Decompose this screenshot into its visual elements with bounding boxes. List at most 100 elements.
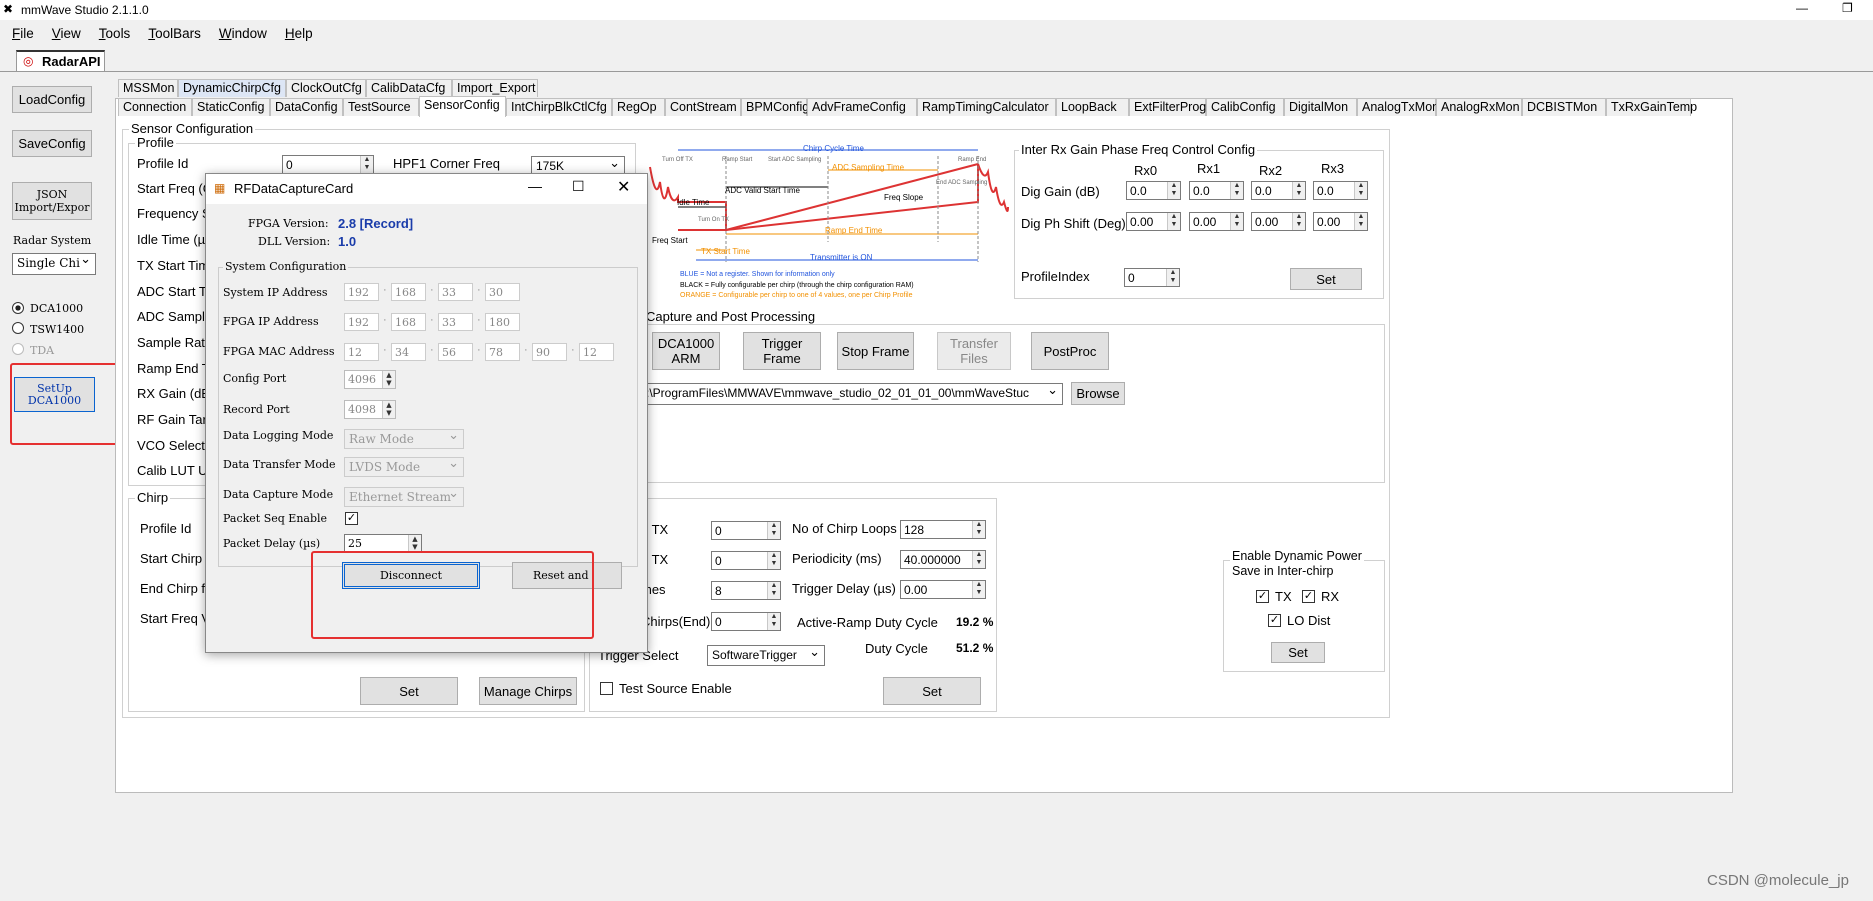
dig-phase-input[interactable]: 0.00 ▲ ▼ <box>1251 212 1306 231</box>
menu-toolbars[interactable]: ToolBars <box>148 26 201 41</box>
ip-segment[interactable]: 192 <box>344 283 379 301</box>
ip-dot: · <box>383 344 387 356</box>
diag-ramp-start: Ramp Start <box>722 157 753 163</box>
radio-tda[interactable] <box>12 343 24 355</box>
menu-help[interactable]: Help <box>285 26 313 41</box>
capture-button-dca1000-arm[interactable]: DCA1000 ARM <box>652 332 720 370</box>
packet-seq-checkbox[interactable]: ✓ <box>345 512 358 525</box>
json-import-export-button[interactable]: JSON Import/Expor <box>12 182 92 220</box>
tab-dcbistmon[interactable]: DCBISTMon <box>1522 98 1606 116</box>
ip-segment[interactable]: 168 <box>391 313 426 331</box>
radio-dca1000[interactable] <box>12 302 24 314</box>
menu-tools[interactable]: Tools <box>99 26 131 41</box>
dig-gain-input[interactable]: 0.0 ▲ ▼ <box>1313 181 1368 200</box>
dig-gain-input[interactable]: 0.0 ▲ ▼ <box>1251 181 1306 200</box>
tab-analogrxmon[interactable]: AnalogRxMon <box>1436 98 1522 116</box>
tab-regop[interactable]: RegOp <box>612 98 665 116</box>
profile-index-input[interactable]: 0 ▲ ▼ <box>1124 268 1180 287</box>
profile-id-input[interactable]: 0 ▲ ▼ <box>282 155 374 174</box>
config-port-input[interactable]: 4096 ▲ ▼ <box>344 370 396 389</box>
ip-segment[interactable]: 33 <box>438 313 473 331</box>
tab-testsource[interactable]: TestSource <box>343 98 419 116</box>
dynamic-power-set-button[interactable]: Set <box>1271 642 1325 663</box>
tab-extfilterprog[interactable]: ExtFilterProg <box>1129 98 1206 116</box>
ip-segment[interactable]: 90 <box>532 343 567 361</box>
tab-calibdatacfg[interactable]: CalibDataCfg <box>366 79 452 97</box>
trigger-select[interactable]: SoftwareTrigger <box>707 645 825 666</box>
menu-window[interactable]: Window <box>219 26 267 41</box>
browse-button[interactable]: Browse <box>1071 382 1125 405</box>
ip-dot: · <box>477 284 481 296</box>
frame-input-3[interactable]: 8 ▲ ▼ <box>711 581 781 600</box>
tab-import-export[interactable]: Import_Export <box>452 79 538 97</box>
data-logging-select[interactable]: Raw Mode <box>344 429 464 449</box>
chirp-set-button[interactable]: Set <box>360 677 458 705</box>
chirp-loops-input[interactable]: 128 ▲ ▼ <box>900 520 986 539</box>
ip-segment[interactable]: 30 <box>485 283 520 301</box>
tab-bpmconfig[interactable]: BPMConfig <box>741 98 809 116</box>
ip-segment[interactable]: 34 <box>391 343 426 361</box>
frame-input-4[interactable]: 0 ▲ ▼ <box>711 612 781 631</box>
ip-segment[interactable]: 12 <box>579 343 614 361</box>
data-transfer-select[interactable]: LVDS Mode <box>344 457 464 477</box>
rx-checkbox[interactable]: ✓ <box>1302 590 1315 603</box>
tab-staticconfig[interactable]: StaticConfig <box>192 98 270 116</box>
test-source-checkbox[interactable] <box>600 682 613 695</box>
capture-button-trigger-frame[interactable]: Trigger Frame <box>743 332 821 370</box>
tab-clockoutcfg[interactable]: ClockOutCfg <box>286 79 366 97</box>
tab-contstream[interactable]: ContStream <box>665 98 741 116</box>
data-capture-select[interactable]: Ethernet Stream <box>344 487 464 507</box>
tx-checkbox[interactable]: ✓ <box>1256 590 1269 603</box>
capture-button-transfer-files[interactable]: Transfer Files <box>937 332 1011 370</box>
ip-segment[interactable]: 168 <box>391 283 426 301</box>
tab-dataconfig[interactable]: DataConfig <box>270 98 343 116</box>
radio-tsw1400[interactable] <box>12 322 24 334</box>
tab-sensorconfig[interactable]: SensorConfig <box>419 96 506 117</box>
restore-icon[interactable]: ❐ <box>1842 1 1853 15</box>
ip-segment[interactable]: 12 <box>344 343 379 361</box>
path-select[interactable]: :\ProgramFiles\MMWAVE\mmwave_studio_02_0… <box>641 383 1063 405</box>
dialog-minimize-icon[interactable]: — <box>528 178 542 194</box>
ip-segment[interactable]: 56 <box>438 343 473 361</box>
ip-segment[interactable]: 33 <box>438 283 473 301</box>
menu-file[interactable]: File <box>12 26 34 41</box>
capture-button-postproc[interactable]: PostProc <box>1031 332 1109 370</box>
tab-mssmon[interactable]: MSSMon <box>118 79 178 97</box>
capture-button-stop-frame[interactable]: Stop Frame <box>837 332 914 370</box>
ip-segment[interactable]: 180 <box>485 313 520 331</box>
dig-gain-input[interactable]: 0.0 ▲ ▼ <box>1126 181 1181 200</box>
dig-phase-input[interactable]: 0.00 ▲ ▼ <box>1189 212 1244 231</box>
tab-dynamicchirpcfg[interactable]: DynamicChirpCfg <box>178 79 286 97</box>
tab-calibconfig[interactable]: CalibConfig <box>1206 98 1284 116</box>
dig-phase-input[interactable]: 0.00 ▲ ▼ <box>1313 212 1368 231</box>
dialog-close-icon[interactable]: ✕ <box>617 177 630 197</box>
frame-set-button[interactable]: Set <box>883 677 981 705</box>
dig-phase-input[interactable]: 0.00 ▲ ▼ <box>1126 212 1181 231</box>
tab-digitalmon[interactable]: DigitalMon <box>1284 98 1357 116</box>
periodicity-input[interactable]: 40.000000 ▲ ▼ <box>900 550 986 569</box>
tab-analogtxmon[interactable]: AnalogTxMon <box>1357 98 1439 116</box>
manage-chirps-button[interactable]: Manage Chirps <box>479 677 577 705</box>
record-port-input[interactable]: 4098 ▲ ▼ <box>344 400 396 419</box>
doc-tab-radarapi[interactable]: ◎ RadarAPI <box>16 50 105 71</box>
ip-segment[interactable]: 192 <box>344 313 379 331</box>
tab-ramptimingcalculator[interactable]: RampTimingCalculator <box>917 98 1056 116</box>
load-config-button[interactable]: LoadConfig <box>12 86 92 113</box>
inter-rx-set-button[interactable]: Set <box>1290 268 1362 290</box>
lo-dist-checkbox[interactable]: ✓ <box>1268 614 1281 627</box>
tab-connection[interactable]: Connection <box>118 98 192 116</box>
tab-loopback[interactable]: LoopBack <box>1056 98 1129 116</box>
frame-input-2[interactable]: 0 ▲ ▼ <box>711 551 781 570</box>
tab-txrxgaintemp[interactable]: TxRxGainTemp <box>1606 98 1697 116</box>
minimize-icon[interactable]: — <box>1796 1 1808 15</box>
dialog-maximize-icon[interactable]: ☐ <box>572 178 585 195</box>
menu-view[interactable]: View <box>52 26 81 41</box>
trigger-delay-input[interactable]: 0.00 ▲ ▼ <box>900 580 986 599</box>
ip-segment[interactable]: 78 <box>485 343 520 361</box>
dig-gain-input[interactable]: 0.0 ▲ ▼ <box>1189 181 1244 200</box>
tab-advframeconfig[interactable]: AdvFrameConfig <box>807 98 917 116</box>
tab-intchirpblkctlcfg[interactable]: IntChirpBlkCtlCfg <box>506 98 612 116</box>
radar-system-select[interactable]: Single Chi <box>12 253 96 275</box>
frame-input-1[interactable]: 0 ▲ ▼ <box>711 521 781 540</box>
save-config-button[interactable]: SaveConfig <box>12 130 92 157</box>
